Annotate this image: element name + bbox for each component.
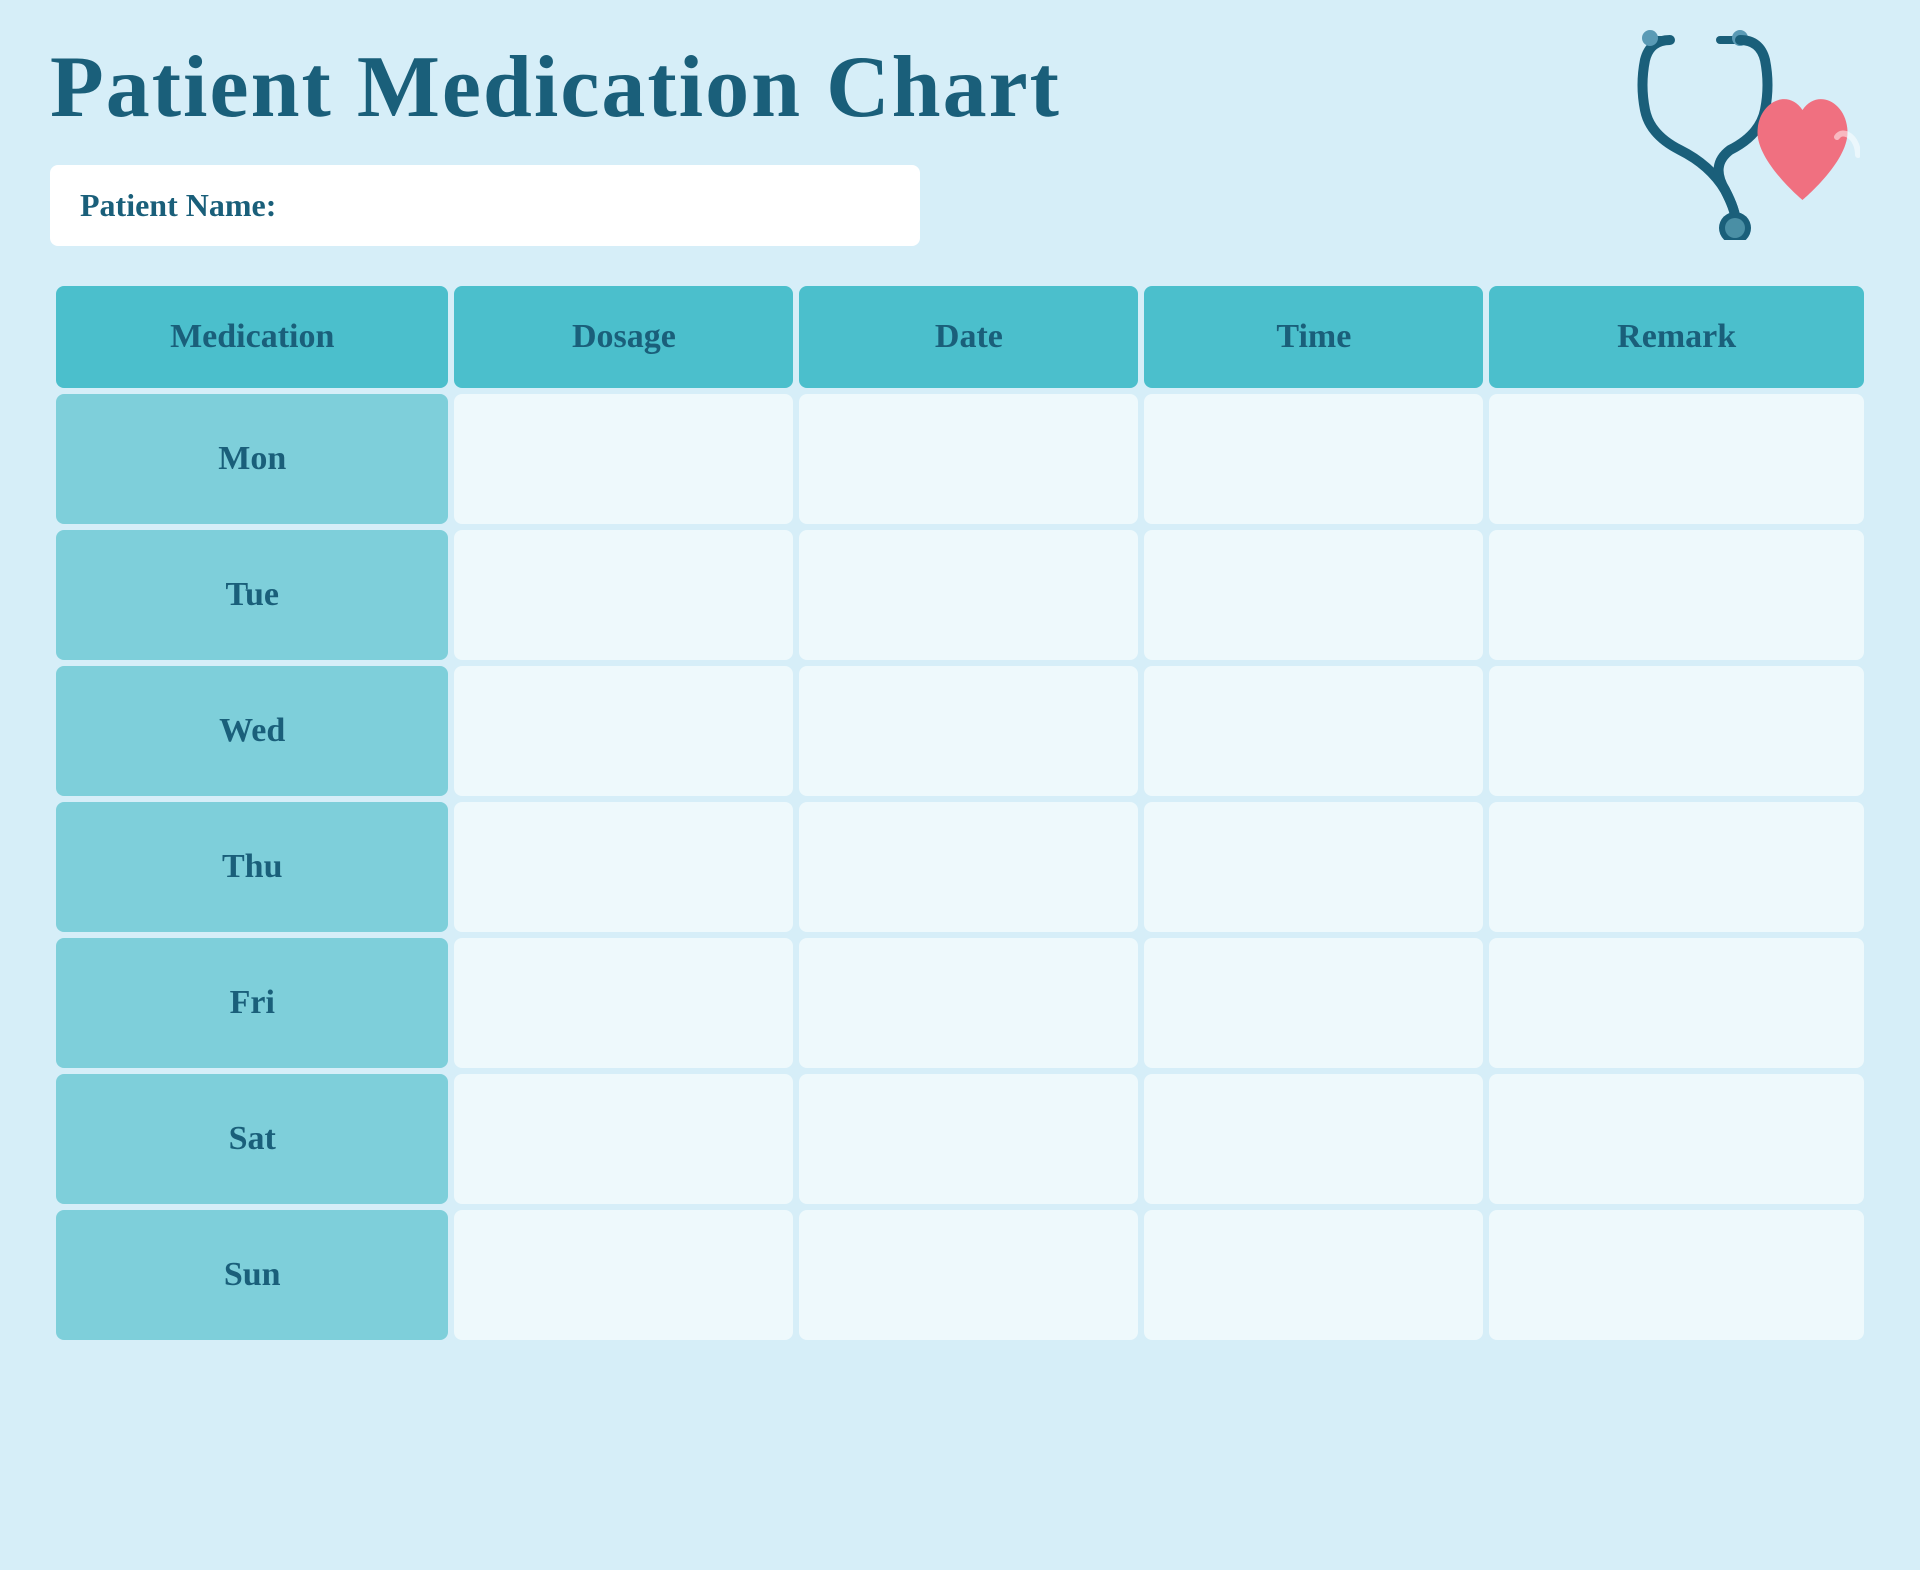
data-cell[interactable] — [799, 666, 1138, 796]
data-cell[interactable] — [1489, 938, 1864, 1068]
day-cell-tue: Tue — [56, 530, 448, 660]
header-medication: Medication — [56, 286, 448, 388]
patient-name-bar: Patient Name: — [50, 165, 920, 246]
table-row: Tue — [56, 530, 1864, 660]
heart-stethoscope-icon — [1590, 30, 1860, 240]
data-cell[interactable] — [1489, 666, 1864, 796]
data-cell[interactable] — [454, 802, 793, 932]
table-row: Sat — [56, 1074, 1864, 1204]
medical-illustration — [1590, 30, 1870, 250]
data-cell[interactable] — [1144, 666, 1483, 796]
data-cell[interactable] — [454, 938, 793, 1068]
header-dosage: Dosage — [454, 286, 793, 388]
data-cell[interactable] — [799, 938, 1138, 1068]
page-container: Patient Medication Chart Patient Name: — [50, 40, 1870, 1346]
data-cell[interactable] — [454, 394, 793, 524]
data-cell[interactable] — [454, 1210, 793, 1340]
data-cell[interactable] — [1489, 1210, 1864, 1340]
table-row: Mon — [56, 394, 1864, 524]
header-date: Date — [799, 286, 1138, 388]
data-cell[interactable] — [799, 394, 1138, 524]
day-cell-mon: Mon — [56, 394, 448, 524]
day-cell-sat: Sat — [56, 1074, 448, 1204]
data-cell[interactable] — [1144, 938, 1483, 1068]
day-cell-sun: Sun — [56, 1210, 448, 1340]
medication-table: Medication Dosage Date Time Remark MonTu… — [50, 280, 1870, 1346]
data-cell[interactable] — [454, 666, 793, 796]
page-title: Patient Medication Chart — [50, 40, 1590, 137]
table-row: Wed — [56, 666, 1864, 796]
data-cell[interactable] — [799, 530, 1138, 660]
data-cell[interactable] — [454, 1074, 793, 1204]
header-time: Time — [1144, 286, 1483, 388]
data-cell[interactable] — [799, 1074, 1138, 1204]
data-cell[interactable] — [1144, 1210, 1483, 1340]
day-cell-wed: Wed — [56, 666, 448, 796]
data-cell[interactable] — [1144, 1074, 1483, 1204]
data-cell[interactable] — [1489, 802, 1864, 932]
data-cell[interactable] — [1144, 394, 1483, 524]
data-cell[interactable] — [799, 802, 1138, 932]
data-cell[interactable] — [1144, 802, 1483, 932]
table-row: Fri — [56, 938, 1864, 1068]
title-area: Patient Medication Chart Patient Name: — [50, 40, 1590, 246]
day-cell-thu: Thu — [56, 802, 448, 932]
data-cell[interactable] — [1489, 1074, 1864, 1204]
patient-name-label: Patient Name: — [80, 187, 276, 224]
day-cell-fri: Fri — [56, 938, 448, 1068]
table-header-row: Medication Dosage Date Time Remark — [56, 286, 1864, 388]
data-cell[interactable] — [799, 1210, 1138, 1340]
data-cell[interactable] — [454, 530, 793, 660]
table-row: Sun — [56, 1210, 1864, 1340]
table-row: Thu — [56, 802, 1864, 932]
header-section: Patient Medication Chart Patient Name: — [50, 40, 1870, 250]
data-cell[interactable] — [1489, 394, 1864, 524]
data-cell[interactable] — [1144, 530, 1483, 660]
header-remark: Remark — [1489, 286, 1864, 388]
data-cell[interactable] — [1489, 530, 1864, 660]
